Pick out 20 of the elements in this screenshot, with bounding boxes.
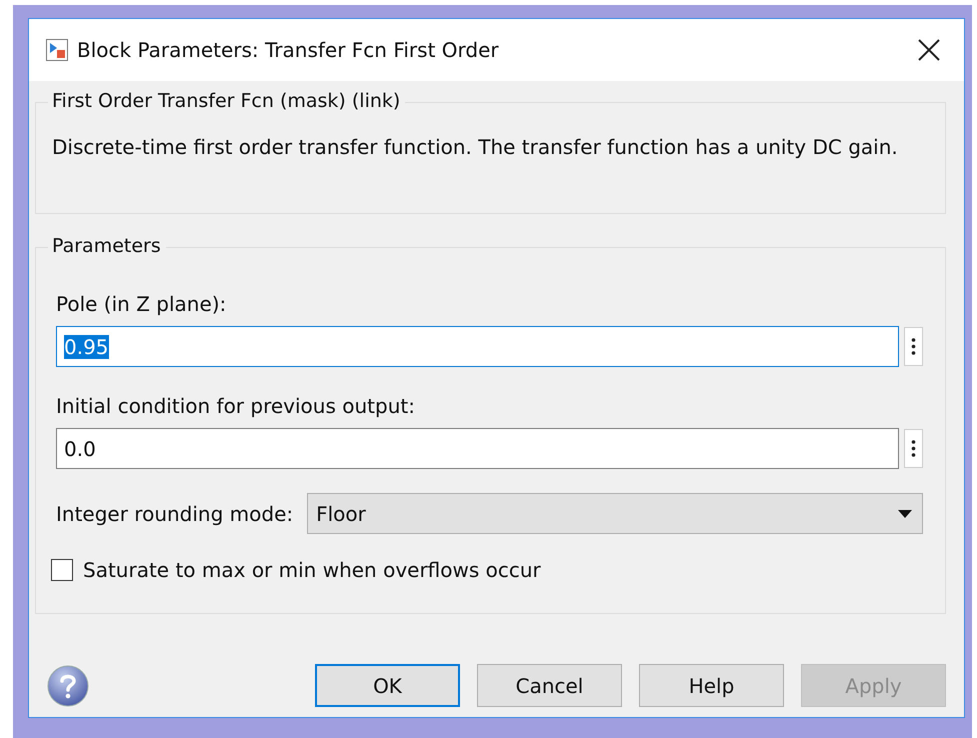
description-text: Discrete-time first order transfer function. The transfer function has a unity DC gain. [52, 134, 899, 161]
field-label: Initial condition for previous output: [56, 394, 416, 418]
input-field[interactable]: 0.95 [56, 326, 899, 367]
help-icon[interactable] [47, 664, 89, 706]
dialog-button[interactable]: Cancel [477, 664, 622, 707]
checkbox[interactable] [51, 559, 73, 581]
dialog-button[interactable]: Help [639, 664, 784, 707]
close-icon[interactable] [918, 39, 940, 61]
more-icon[interactable] [904, 327, 923, 366]
input-field[interactable]: 0.0 [56, 428, 899, 469]
dropdown[interactable]: Floor [307, 493, 923, 534]
checkbox-label: Saturate to max or min when overflows occur [83, 558, 541, 582]
field-label: Integer rounding mode: [56, 502, 294, 526]
more-icon[interactable] [904, 429, 923, 468]
dialog-button[interactable]: OK [315, 664, 460, 707]
window-title: Block Parameters: Transfer Fcn First Order [77, 38, 500, 62]
field-label: Pole (in Z plane): [56, 292, 228, 316]
caret-icon [898, 510, 912, 518]
block-icon [46, 39, 68, 61]
group-legend: First Order Transfer Fcn (mask) (link) [48, 90, 406, 112]
